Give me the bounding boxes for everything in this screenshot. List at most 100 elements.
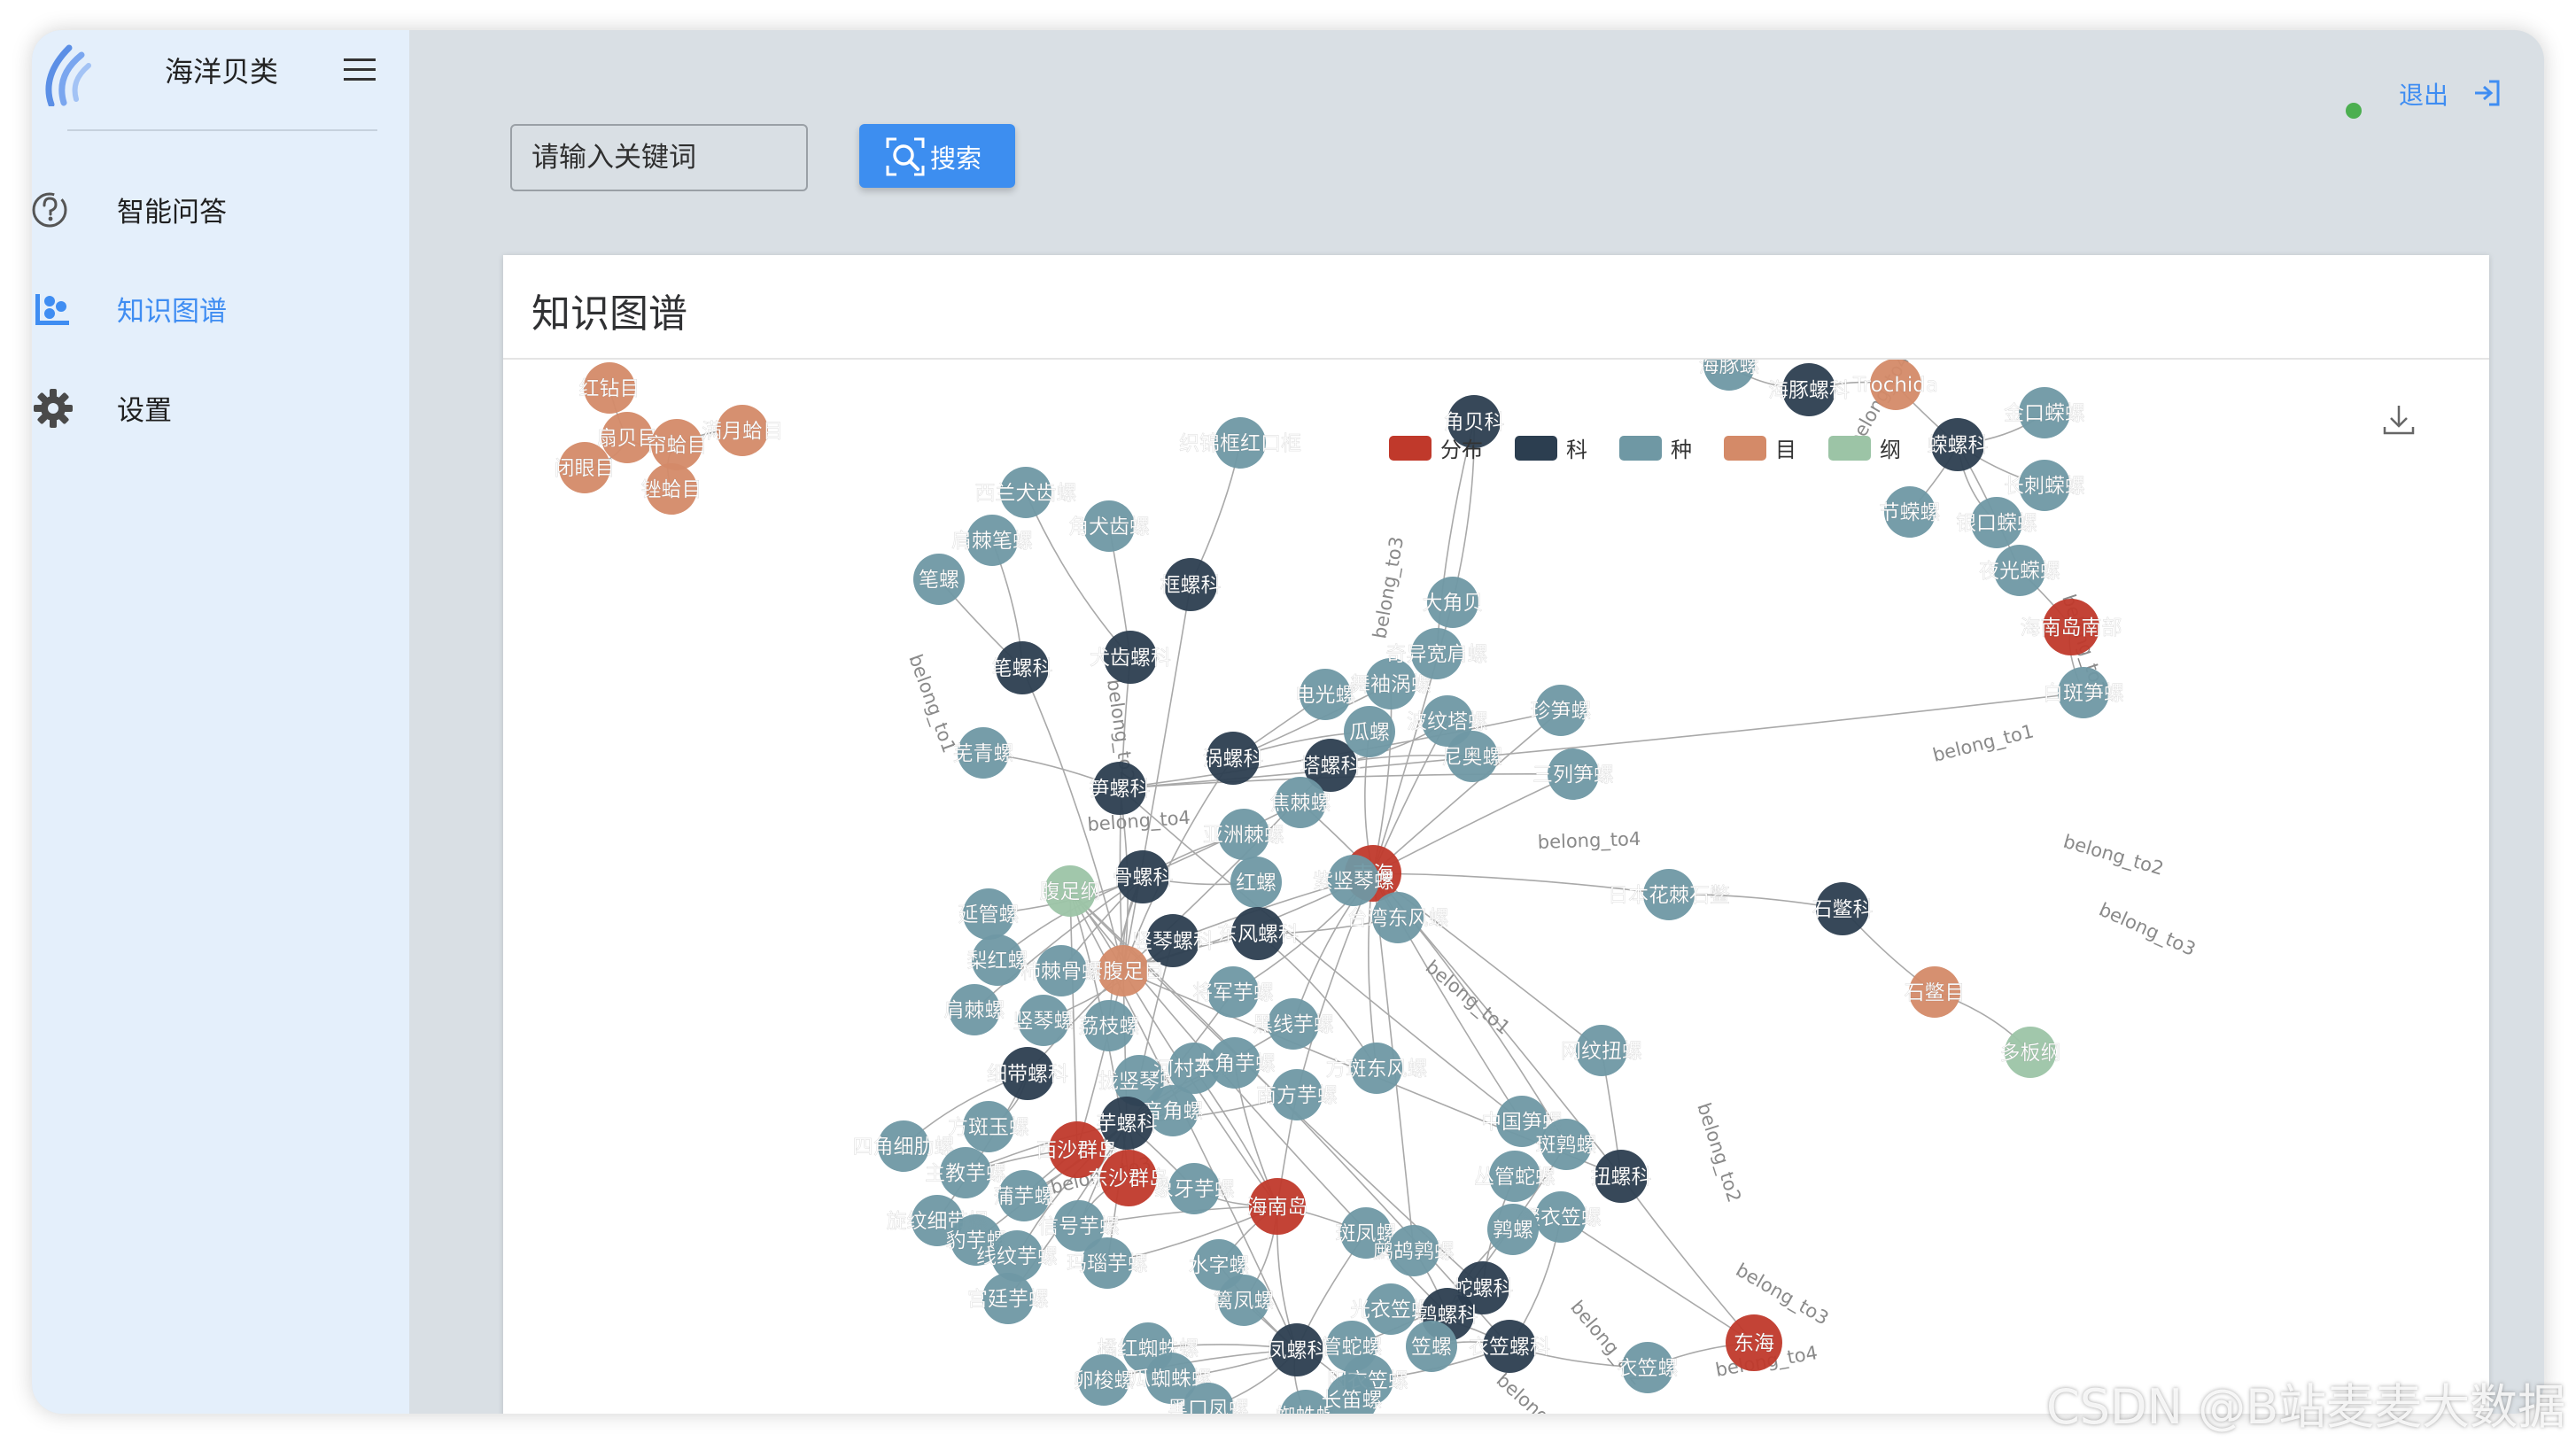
graph-node[interactable]: 红螺 [1230,857,1282,908]
graph-node[interactable]: 柿棘骨螺 [1020,945,1102,996]
graph-node[interactable]: 海南岛南部 [2020,599,2122,655]
graph-node[interactable]: 框螺科 [1160,558,1222,611]
question-circle-icon [32,192,67,228]
node-label: 方斑东风螺 [1326,1058,1428,1081]
node-label: 斑鹑螺 [1536,1134,1597,1157]
legend-swatch[interactable] [1389,436,1432,461]
menu-toggle-icon[interactable] [342,53,377,85]
graph-node[interactable]: 东风螺科 [1217,907,1299,960]
graph-node[interactable]: 瓜螺 [1344,706,1395,757]
graph-node[interactable]: 东海 [1726,1314,1782,1371]
graph-node[interactable]: 扭螺科 [1590,1150,1652,1203]
node-label: 闭眼目 [555,457,616,480]
node-label: 芜青螺 [953,742,1014,765]
edge-label: belong_to4 [1087,807,1191,836]
graph-node[interactable]: 西兰犬齿螺 [974,467,1077,518]
graph-node[interactable]: 大角贝 [1422,577,1484,628]
graph-node[interactable]: 海南岛 [1246,1178,1308,1235]
graph-node[interactable]: 网纹扭螺 [1561,1025,1642,1076]
node-label: 肩棘螺 [944,999,1005,1022]
legend-swatch[interactable] [1724,436,1766,461]
graph-node[interactable]: 肩棘笔螺 [951,515,1033,566]
graph-node[interactable]: 织锦框红口框 [1179,417,1301,469]
legend-swatch[interactable] [1619,436,1662,461]
legend-swatch[interactable] [1515,436,1557,461]
node-label: 蒲芋螺 [994,1185,1055,1208]
logout-button[interactable]: 退出 [2399,71,2505,115]
graph-node[interactable]: 电光螺 [1294,669,1356,720]
node-label: 腹足纲 [1040,880,1101,903]
node-label: 金口蝾螺 [2004,402,2085,425]
knowledge-graph-canvas[interactable]: belong_to1 belong_to2 belong_to3 belong_to4… [503,255,2489,1414]
node-label: 石鳖目 [1905,981,1966,1004]
graph-node[interactable]: 节蝾螺 [1879,486,1941,538]
node-label: 三列笋螺 [1532,764,1614,787]
graph-node[interactable]: 满月蛤目 [702,405,783,456]
graph-node[interactable]: 细带螺科 [987,1047,1068,1100]
node-label: 舞袖涡螺 [1350,673,1432,696]
node-label: 多板纲 [2000,1042,2061,1065]
node-label: 笔螺科 [992,657,1053,680]
edge-label: belong_to1 [904,652,959,756]
graph-node[interactable]: 石鳖目 [1904,966,1966,1018]
graph-node[interactable]: 三列笋螺 [1532,748,1614,800]
graph-node[interactable]: 海豚螺 [1698,339,1760,391]
graph-node[interactable]: 宫廷芋螺 [967,1273,1049,1324]
node-label: 扭螺科 [1591,1166,1652,1189]
legend-label: 科 [1566,438,1587,462]
graph-node[interactable]: 笔螺科 [991,641,1053,694]
graph-node[interactable]: 日本花棘石鳖 [1608,869,1730,920]
graph-node[interactable]: 黑线芋螺 [1253,998,1334,1050]
node-label: 奇异宽肩螺 [1386,643,1488,666]
graph-node[interactable]: 鹑螺 [1487,1204,1539,1255]
node-label: 海豚螺科 [1768,379,1850,402]
node-label: 玛瑙芋螺 [1067,1252,1148,1275]
graph-legend: 分布 科 种 目 纲 [1389,436,1901,462]
graph-node[interactable]: 石鳖科 [1812,882,1874,935]
graph-edge [1257,933,1377,1069]
graph-node[interactable]: 芜青螺 [952,727,1014,779]
graph-node[interactable]: 多板纲 [1999,1027,2061,1078]
graph-node[interactable]: 延管螺 [958,888,1020,940]
graph-node[interactable]: 丛管蛇螺 [1474,1151,1556,1202]
legend-label: 纲 [1880,438,1901,462]
graph-node[interactable]: 金口蝾螺 [2004,387,2085,438]
graph-node[interactable]: 竖琴螺 [1013,995,1075,1046]
graph-node[interactable]: 笔螺 [913,554,965,605]
graph-node[interactable]: 长刺蝾螺 [2004,460,2085,511]
graph-node[interactable]: 梨红螺 [966,934,1028,986]
graph-node[interactable]: 骨螺科 [1112,850,1174,903]
sidebar-item-knowledge-graph[interactable]: 知识图谱 [32,273,409,344]
graph-node[interactable]: 笠螺 [1406,1321,1457,1372]
node-label: 柿棘骨螺 [1020,960,1102,983]
sidebar-item-qa[interactable]: 智能问答 [32,174,409,244]
graph-node[interactable]: 角犬齿螺 [1068,500,1150,552]
graph-node[interactable]: 衣笠螺科 [1469,1320,1550,1373]
graph-node[interactable]: 腹足纲 [1039,865,1101,917]
sidebar-item-label: 知识图谱 [117,296,227,328]
graph-node[interactable]: 白斑笋螺 [2043,667,2124,718]
graph-node[interactable]: 海豚螺科 [1768,363,1850,416]
graph-edge [1368,872,1377,1069]
graph-node[interactable]: 犬齿螺科 [1090,631,1171,684]
graph-node[interactable]: 方斑东风螺 [1325,1043,1428,1094]
node-label: 西兰犬齿螺 [975,482,1077,505]
graph-node[interactable]: 方斑玉螺 [948,1101,1029,1152]
graph-node[interactable]: 夜光蝾螺 [1979,545,2060,596]
graph-node[interactable]: 卵梭螺 [1073,1354,1135,1406]
graph-node[interactable]: 银口蝾螺 [1956,497,2037,548]
node-label: 大角贝 [1423,592,1484,615]
node-label: 信号芋螺 [1038,1215,1120,1238]
graph-node[interactable]: 锉蛤目 [640,463,702,515]
node-label: 南方芋螺 [1256,1084,1338,1107]
knowledge-graph-panel: 知识图谱 belong_to1 belong_to2 belong_to3 belon… [503,255,2489,1414]
app-window: 海洋贝类 智能问答 知识图谱 设置 请输入关键词 搜索 退出 知识图谱 belo… [32,30,2544,1414]
legend-label: 分布 [1440,438,1483,462]
search-button[interactable]: 搜索 [859,124,1015,188]
node-label: 骨螺科 [1113,866,1174,889]
search-input[interactable] [510,124,808,191]
legend-swatch[interactable] [1828,436,1871,461]
node-label: 象牙芋螺 [1153,1178,1235,1201]
graph-node[interactable]: 红钻目 [578,362,640,414]
sidebar-item-settings[interactable]: 设置 [32,372,409,443]
